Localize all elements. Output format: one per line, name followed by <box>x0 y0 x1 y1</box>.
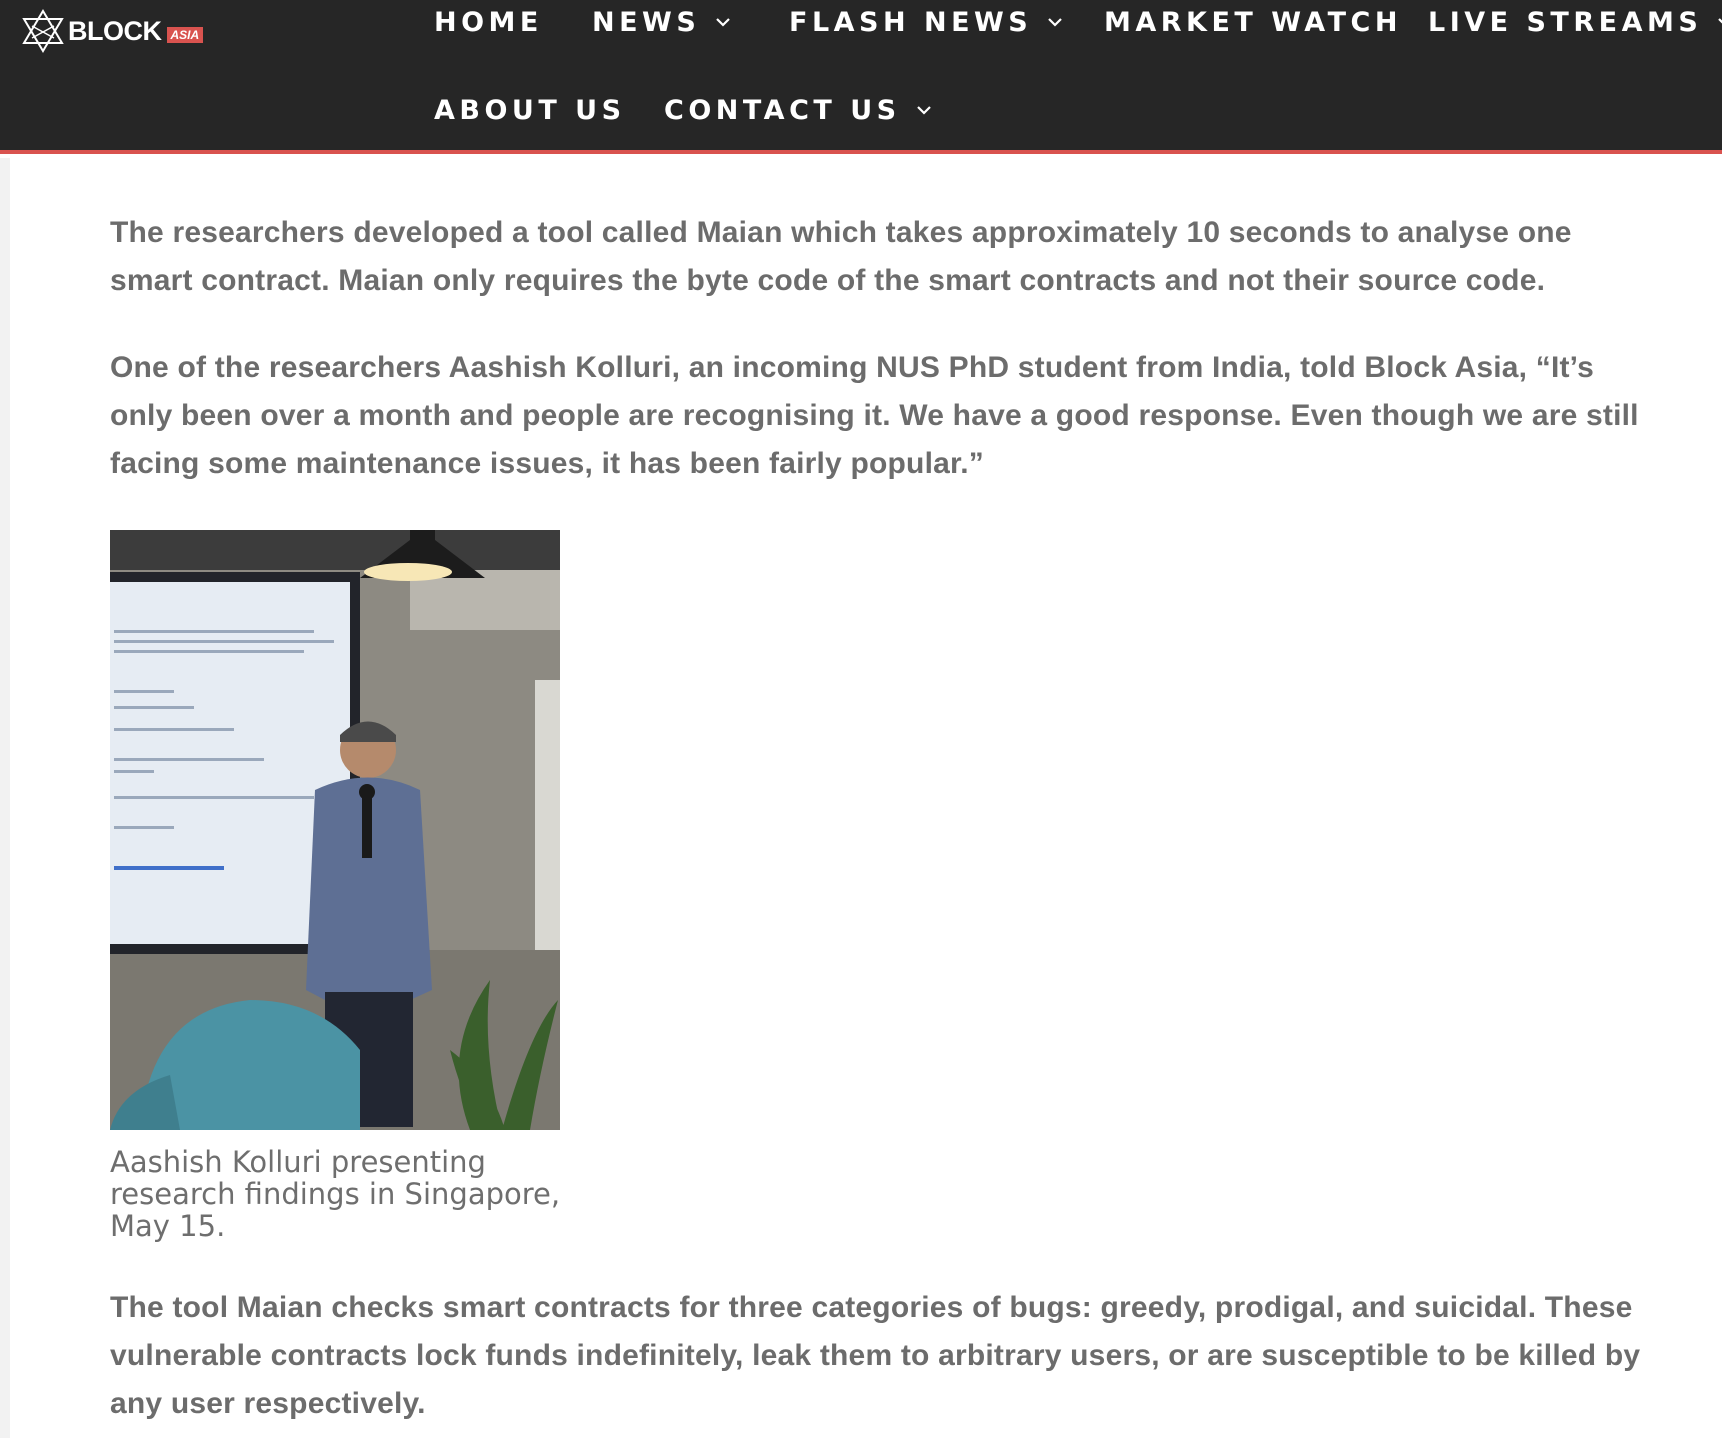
nav-item-news[interactable]: NEWS <box>592 2 732 42</box>
nav-item-label: NEWS <box>592 6 701 38</box>
nav-item-label: MARKET WATCH <box>1104 6 1402 38</box>
nav-item-label: HOME <box>434 6 543 38</box>
page-left-rule <box>0 158 10 1438</box>
nav-item-about-us[interactable]: ABOUT US <box>434 90 626 130</box>
nav-item-live-streams[interactable]: LIVE STREAMS <box>1428 2 1722 42</box>
chevron-down-icon <box>916 106 931 115</box>
presentation-photo <box>110 530 560 1130</box>
nav-item-label: CONTACT US <box>664 94 901 126</box>
nav-item-market-watch[interactable]: MARKET WATCH <box>1104 2 1402 42</box>
nav-item-label: FLASH NEWS <box>789 6 1033 38</box>
chevron-down-icon <box>716 18 731 27</box>
logo-wordmark: BLOCK <box>68 15 162 46</box>
article-photo <box>110 530 560 1130</box>
nav-item-contact-us[interactable]: CONTACT US <box>664 90 933 130</box>
article-paragraph: The tool Maian checks smart contracts fo… <box>110 1291 1641 1420</box>
article-paragraph: The researchers developed a tool called … <box>110 216 1572 297</box>
chevron-down-icon <box>1718 18 1722 24</box>
photo-caption: Aashish Kolluri presenting research find… <box>110 1145 561 1243</box>
star-of-david-logo-icon <box>22 9 64 53</box>
article-paragraph: One of the researchers Aashish Kolluri, … <box>110 351 1639 480</box>
site-header: BLOCK ASIA HOME NEWS FLASH NEWS MARKET W… <box>0 0 1722 154</box>
nav-item-flash-news[interactable]: FLASH NEWS <box>789 2 1064 42</box>
nav-item-label: LIVE STREAMS <box>1428 6 1703 38</box>
chevron-down-icon <box>1048 18 1063 27</box>
logo-badge: ASIA <box>166 27 204 43</box>
nav-item-home[interactable]: HOME <box>434 2 543 42</box>
nav-item-label: ABOUT US <box>434 94 626 126</box>
site-logo[interactable]: BLOCK ASIA <box>20 8 204 54</box>
